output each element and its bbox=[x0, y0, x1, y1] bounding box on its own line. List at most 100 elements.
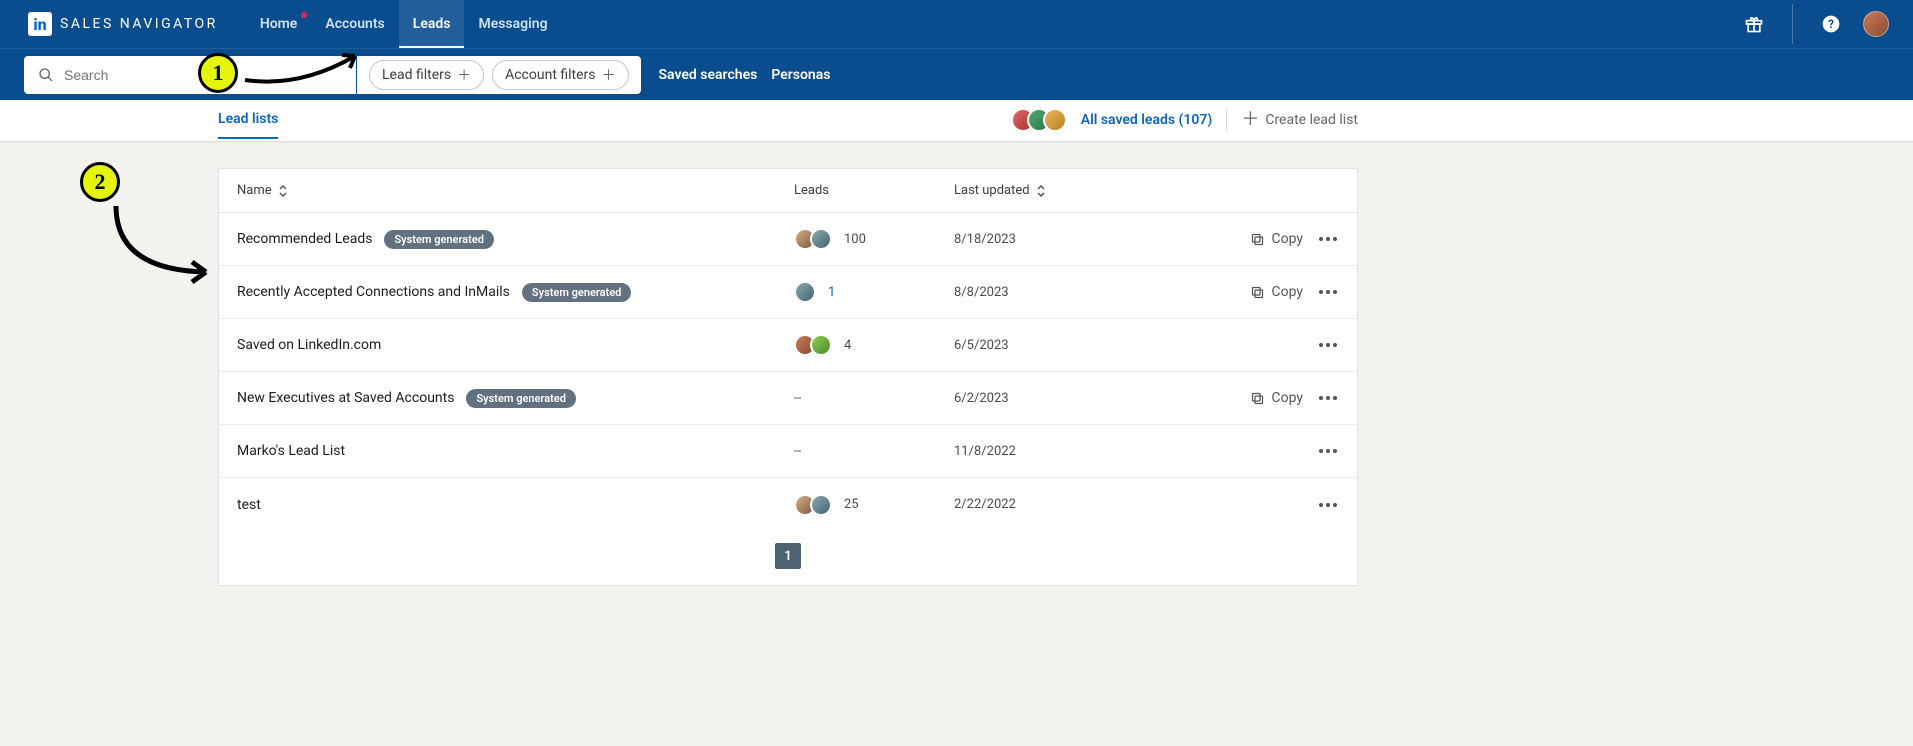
sort-icon bbox=[278, 185, 288, 197]
account-filters-label: Account filters bbox=[505, 67, 595, 83]
linkedin-logo-icon: in bbox=[28, 12, 52, 36]
create-lead-list-label: Create lead list bbox=[1265, 112, 1358, 128]
avatar-icon bbox=[810, 334, 832, 356]
last-updated: 6/2/2023 bbox=[954, 391, 1254, 406]
user-avatar[interactable] bbox=[1863, 11, 1889, 37]
lead-count: -- bbox=[794, 391, 801, 406]
plus-icon: ＋ bbox=[1241, 111, 1259, 129]
plus-icon: ＋ bbox=[457, 65, 471, 85]
notification-dot-icon bbox=[301, 12, 307, 18]
more-actions-button[interactable] bbox=[1315, 499, 1341, 511]
col-leads-header: Leads bbox=[794, 183, 954, 198]
copy-button[interactable]: Copy bbox=[1250, 231, 1303, 247]
create-lead-list-button[interactable]: ＋ Create lead list bbox=[1241, 111, 1358, 129]
svg-text:?: ? bbox=[1828, 17, 1834, 31]
more-actions-button[interactable] bbox=[1315, 286, 1341, 298]
help-icon[interactable]: ? bbox=[1817, 10, 1845, 38]
nav-messaging-label: Messaging bbox=[478, 16, 547, 32]
nav-messaging[interactable]: Messaging bbox=[464, 0, 561, 48]
col-updated-label: Last updated bbox=[954, 183, 1030, 198]
more-actions-button[interactable] bbox=[1315, 339, 1341, 351]
table-row[interactable]: Saved on LinkedIn.com 4 6/5/2023 bbox=[219, 319, 1357, 372]
table-header: Name Leads Last updated bbox=[219, 169, 1357, 213]
lead-count: 25 bbox=[844, 497, 859, 512]
saved-searches-link[interactable]: Saved searches bbox=[659, 67, 758, 83]
copy-label: Copy bbox=[1271, 284, 1303, 300]
persona-avatar-stack[interactable] bbox=[1011, 108, 1067, 132]
lead-avatar-group bbox=[794, 228, 832, 250]
nav-accounts-label: Accounts bbox=[325, 16, 384, 32]
avatar-icon bbox=[1043, 108, 1067, 132]
table-row[interactable]: New Executives at Saved Accounts System g… bbox=[219, 372, 1357, 425]
table-row[interactable]: test 25 2/22/2022 bbox=[219, 478, 1357, 531]
table-row[interactable]: Marko's Lead List -- 11/8/2022 bbox=[219, 425, 1357, 478]
last-updated: 8/18/2023 bbox=[954, 232, 1254, 247]
nav-leads[interactable]: Leads bbox=[399, 0, 465, 48]
lead-filters-chip[interactable]: Lead filters ＋ bbox=[369, 60, 484, 90]
search-input[interactable] bbox=[64, 67, 342, 83]
all-saved-leads-link[interactable]: All saved leads (107) bbox=[1081, 112, 1213, 128]
list-name: test bbox=[237, 497, 261, 513]
system-generated-badge: System generated bbox=[522, 283, 631, 302]
copy-button[interactable]: Copy bbox=[1250, 390, 1303, 406]
lead-avatar-group bbox=[794, 494, 832, 516]
lead-count: -- bbox=[794, 444, 801, 459]
nav-accounts[interactable]: Accounts bbox=[311, 0, 398, 48]
divider bbox=[1226, 109, 1227, 131]
list-name: Recently Accepted Connections and InMail… bbox=[237, 284, 510, 300]
more-actions-button[interactable] bbox=[1315, 445, 1341, 457]
lead-lists-table: Name Leads Last updated Recommended Lead… bbox=[218, 168, 1358, 586]
nav-home[interactable]: Home bbox=[246, 0, 312, 48]
search-icon bbox=[38, 67, 54, 83]
list-name: Saved on LinkedIn.com bbox=[237, 337, 381, 353]
tab-lead-lists[interactable]: Lead lists bbox=[218, 101, 278, 139]
table-row[interactable]: Recommended Leads System generated 100 8/18… bbox=[219, 213, 1357, 266]
list-name: New Executives at Saved Accounts bbox=[237, 390, 454, 406]
page-1-button[interactable]: 1 bbox=[775, 543, 801, 569]
more-actions-button[interactable] bbox=[1315, 233, 1341, 245]
copy-icon bbox=[1250, 391, 1265, 406]
col-updated-header[interactable]: Last updated bbox=[954, 183, 1254, 198]
avatar-icon bbox=[794, 281, 816, 303]
lead-count[interactable]: 1 bbox=[828, 285, 835, 300]
copy-icon bbox=[1250, 232, 1265, 247]
copy-label: Copy bbox=[1271, 390, 1303, 406]
system-generated-badge: System generated bbox=[466, 389, 575, 408]
pagination: 1 bbox=[219, 531, 1357, 585]
lead-avatar-group bbox=[794, 281, 816, 303]
col-name-label: Name bbox=[237, 183, 272, 198]
primary-nav: Home Accounts Leads Messaging bbox=[246, 0, 562, 48]
lead-count: 100 bbox=[844, 232, 866, 247]
last-updated: 2/22/2022 bbox=[954, 497, 1254, 512]
nav-leads-label: Leads bbox=[413, 16, 451, 32]
product-name: SALES NAVIGATOR bbox=[60, 16, 218, 32]
copy-icon bbox=[1250, 285, 1265, 300]
filter-chip-group: Lead filters ＋ Account filters ＋ bbox=[357, 56, 641, 94]
last-updated: 6/5/2023 bbox=[954, 338, 1254, 353]
gift-icon[interactable] bbox=[1740, 10, 1768, 38]
divider bbox=[1792, 4, 1793, 44]
last-updated: 8/8/2023 bbox=[954, 285, 1254, 300]
account-filters-chip[interactable]: Account filters ＋ bbox=[492, 60, 628, 90]
last-updated: 11/8/2022 bbox=[954, 444, 1254, 459]
system-generated-badge: System generated bbox=[384, 230, 493, 249]
app-header: in SALES NAVIGATOR Home Accounts Leads M… bbox=[0, 0, 1913, 100]
more-actions-button[interactable] bbox=[1315, 392, 1341, 404]
annotation-arrow-2 bbox=[106, 200, 226, 290]
plus-icon: ＋ bbox=[602, 65, 616, 85]
search-box bbox=[24, 56, 356, 94]
sort-icon bbox=[1036, 185, 1046, 197]
avatar-icon bbox=[810, 494, 832, 516]
list-name: Recommended Leads bbox=[237, 231, 372, 247]
col-name-header[interactable]: Name bbox=[219, 183, 794, 198]
table-row[interactable]: Recently Accepted Connections and InMail… bbox=[219, 266, 1357, 319]
sub-tab-bar: Lead lists All saved leads (107) ＋ Creat… bbox=[0, 100, 1913, 142]
lead-filters-label: Lead filters bbox=[382, 67, 451, 83]
list-name: Marko's Lead List bbox=[237, 443, 345, 459]
copy-button[interactable]: Copy bbox=[1250, 284, 1303, 300]
nav-home-label: Home bbox=[260, 16, 298, 32]
annotation-marker-2: 2 bbox=[80, 162, 120, 202]
lead-count: 4 bbox=[844, 338, 851, 353]
lead-avatar-group bbox=[794, 334, 832, 356]
personas-link[interactable]: Personas bbox=[771, 67, 830, 83]
